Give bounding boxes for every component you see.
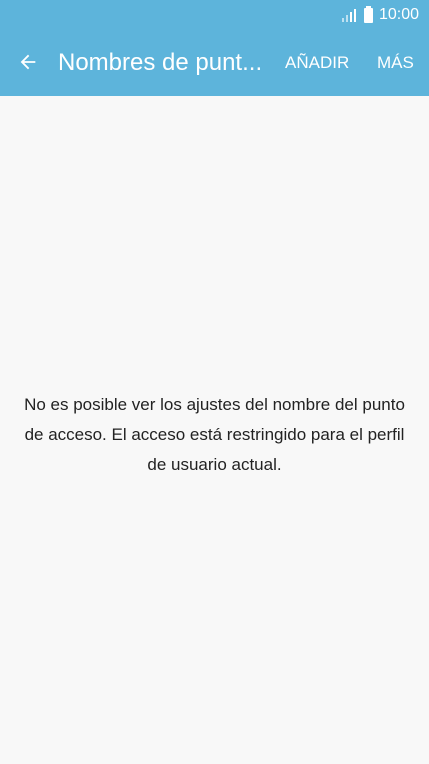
more-button[interactable]: MÁS: [377, 53, 414, 73]
signal-bars-icon: [341, 8, 358, 22]
arrow-left-icon: [20, 54, 36, 70]
status-bar: 10:00: [341, 0, 429, 30]
app-bar: 10:00 Nombres de punt... AÑADIR MÁS: [0, 0, 429, 96]
battery-full-icon: [363, 5, 373, 23]
restriction-message: No es posible ver los ajustes del nombre…: [24, 395, 405, 474]
page-title: Nombres de punt...: [58, 49, 263, 76]
back-button[interactable]: [10, 44, 46, 80]
status-time: 10:00: [378, 6, 419, 23]
add-button[interactable]: AÑADIR: [285, 53, 349, 73]
